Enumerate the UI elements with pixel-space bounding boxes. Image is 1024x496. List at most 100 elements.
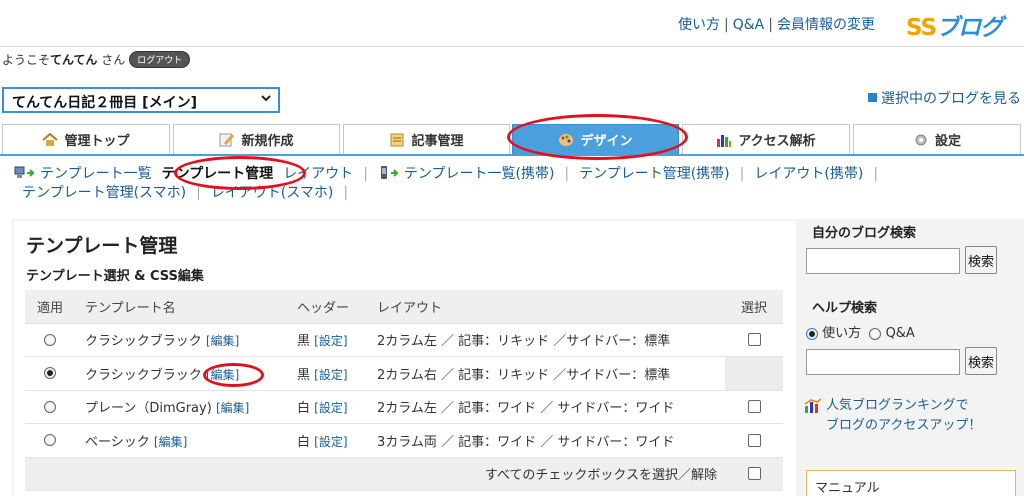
- ranking-line1: 人気ブログランキングで: [826, 398, 969, 413]
- help-option-label: 使い方: [822, 326, 862, 341]
- view-selected-blog-link[interactable]: 選択中のブログを見る: [868, 88, 1021, 108]
- select-checkbox[interactable]: [747, 333, 761, 347]
- select-all-checkbox[interactable]: [747, 467, 761, 481]
- tab-label: アクセス解析: [738, 134, 816, 149]
- link-usage[interactable]: 使い方: [678, 17, 720, 33]
- select-cell-empty: [725, 356, 783, 391]
- col-apply: 適用: [25, 290, 75, 324]
- template-name: クラシックブラック: [85, 367, 202, 383]
- logo-ss: SS: [906, 15, 937, 41]
- col-template-name: テンプレート名: [75, 290, 287, 324]
- separator: |: [564, 166, 570, 182]
- tab-label: 設定: [934, 134, 961, 149]
- annotation-ellipse-template-management: [174, 156, 306, 190]
- tab-access-analysis[interactable]: アクセス解析: [682, 124, 850, 154]
- header-color: 白: [297, 401, 311, 417]
- logout-button[interactable]: ログアウト: [129, 51, 191, 68]
- table-header-row: 適用 テンプレート名 ヘッダー レイアウト 選択: [25, 290, 783, 324]
- top-links: 使い方 | Q&A | 会員情報の変更: [678, 14, 875, 34]
- setting-link[interactable]: [設定]: [314, 368, 347, 382]
- tab-label: 管理トップ: [64, 134, 130, 149]
- edit-link[interactable]: [編集]: [154, 435, 187, 449]
- tab-settings[interactable]: 設定: [853, 124, 1021, 154]
- separator: |: [739, 166, 745, 182]
- subnav-template-list[interactable]: テンプレート一覧: [40, 165, 152, 184]
- layout-desc: 2カラム左 ／ 記事：リキッド ／サイドバー：標準: [367, 323, 725, 357]
- document-icon: [389, 133, 405, 147]
- ranking-link[interactable]: 人気ブログランキングで ブログのアクセスアップ！: [804, 396, 1014, 436]
- help-search-input[interactable]: [806, 349, 960, 375]
- pencil-icon: [219, 133, 235, 147]
- view-blog-label: 選択中のブログを見る: [881, 91, 1021, 107]
- subnav-template-list-mobile[interactable]: テンプレート一覧(携帯): [404, 165, 555, 184]
- template-name: ベーシック: [85, 434, 150, 450]
- annotation-ellipse-design-tab: [507, 114, 688, 160]
- gear-icon: [913, 133, 929, 147]
- separator: |: [196, 185, 201, 201]
- edit-link[interactable]: [編集]: [216, 401, 249, 415]
- setting-link[interactable]: [設定]: [314, 401, 347, 415]
- layout-desc: 3カラム両 ／ 記事：ワイド ／ サイドバー：ワイド: [367, 423, 725, 458]
- header-divider: [0, 46, 1024, 47]
- apply-radio[interactable]: [44, 367, 56, 380]
- separator: |: [363, 166, 368, 182]
- select-checkbox[interactable]: [747, 433, 761, 447]
- setting-link[interactable]: [設定]: [314, 435, 347, 449]
- ranking-line2: ブログのアクセスアップ！: [826, 418, 982, 433]
- logo-blog: ブログ: [936, 15, 1003, 41]
- help-radio-usage[interactable]: [806, 327, 818, 340]
- tab-admin-top[interactable]: 管理トップ: [2, 124, 170, 154]
- design-subnav: テンプレート一覧 テンプレート管理 レイアウト | テンプレート一覧(携帯) | テンプレー…: [14, 165, 934, 203]
- apply-radio[interactable]: [44, 333, 56, 346]
- tab-label: 記事管理: [411, 134, 464, 149]
- table-footer-row: すべてのチェックボックスを選択／解除: [25, 457, 783, 491]
- tab-article-management[interactable]: 記事管理: [343, 124, 510, 154]
- help-search-title: ヘルプ検索: [812, 301, 878, 316]
- separator: |: [873, 166, 879, 182]
- manual-box[interactable]: マニュアル: [806, 470, 1016, 496]
- mobile-arrow-icon: [378, 166, 400, 180]
- blog-select-value: てんてん日記２冊目 [メイン]: [12, 95, 197, 111]
- layout-desc: 2カラム右 ／ 記事：リキッド ／サイドバー：標準: [367, 356, 725, 391]
- edit-link[interactable]: [編集]: [206, 334, 239, 348]
- subnav-layout-mobile[interactable]: レイアウト(携帯): [754, 165, 863, 184]
- select-all-label: すべてのチェックボックスを選択／解除: [25, 457, 725, 491]
- blog-search-input[interactable]: [806, 248, 960, 274]
- subnav-template-management-smartphone[interactable]: テンプレート管理(スマホ): [22, 184, 186, 203]
- link-member-settings[interactable]: 会員情報の変更: [777, 17, 875, 33]
- col-select: 選択: [725, 290, 783, 324]
- section-title: テンプレート選択 & CSS編集: [26, 269, 204, 284]
- blog-search-button[interactable]: 検索: [965, 246, 997, 274]
- separator: |: [343, 185, 349, 201]
- help-radio-qa[interactable]: [869, 327, 882, 340]
- link-qa[interactable]: Q&A: [733, 17, 765, 33]
- col-layout: レイアウト: [367, 290, 725, 324]
- tab-new-post[interactable]: 新規作成: [173, 124, 340, 154]
- header-color: 白: [297, 434, 311, 450]
- help-search-button[interactable]: 検索: [965, 347, 997, 375]
- select-checkbox[interactable]: [747, 400, 761, 414]
- apply-radio[interactable]: [44, 400, 56, 413]
- table-row: ベーシック [編集] 白 [設定] 3カラム両 ／ 記事：ワイド ／ サイドバー…: [25, 423, 783, 458]
- welcome-suffix: さん: [101, 53, 126, 67]
- setting-link[interactable]: [設定]: [314, 334, 347, 348]
- bar-chart-icon: [716, 133, 732, 147]
- template-name: プレーン（DimGray): [85, 401, 212, 417]
- blog-select[interactable]: てんてん日記２冊目 [メイン]: [2, 87, 280, 113]
- tab-underline: [0, 154, 1024, 156]
- annotation-ellipse-edit-link: [203, 363, 264, 387]
- table-row: プレーン（DimGray) [編集] 白 [設定] 2カラム左 ／ 記事：ワイド…: [25, 390, 783, 424]
- apply-radio[interactable]: [44, 434, 56, 447]
- header-color: 黒: [297, 367, 311, 383]
- layout-desc: 2カラム左 ／ 記事：ワイド ／ サイドバー：ワイド: [367, 390, 725, 424]
- separator: |: [768, 17, 773, 33]
- subnav-template-management-mobile[interactable]: テンプレート管理(携帯): [579, 165, 730, 184]
- help-search-options: 使い方 Q&A: [806, 322, 915, 341]
- welcome-prefix: ようこそ: [2, 53, 51, 67]
- ssblog-logo[interactable]: SSブログ: [906, 8, 1003, 42]
- arrow-box-icon: [868, 93, 877, 102]
- template-name: クラシックブラック: [85, 334, 202, 350]
- pc-arrow-icon: [14, 166, 36, 180]
- table-row: クラシックブラック [編集] 黒 [設定] 2カラム左 ／ 記事：リキッド ／サ…: [25, 323, 783, 357]
- tab-label: 新規作成: [241, 134, 294, 149]
